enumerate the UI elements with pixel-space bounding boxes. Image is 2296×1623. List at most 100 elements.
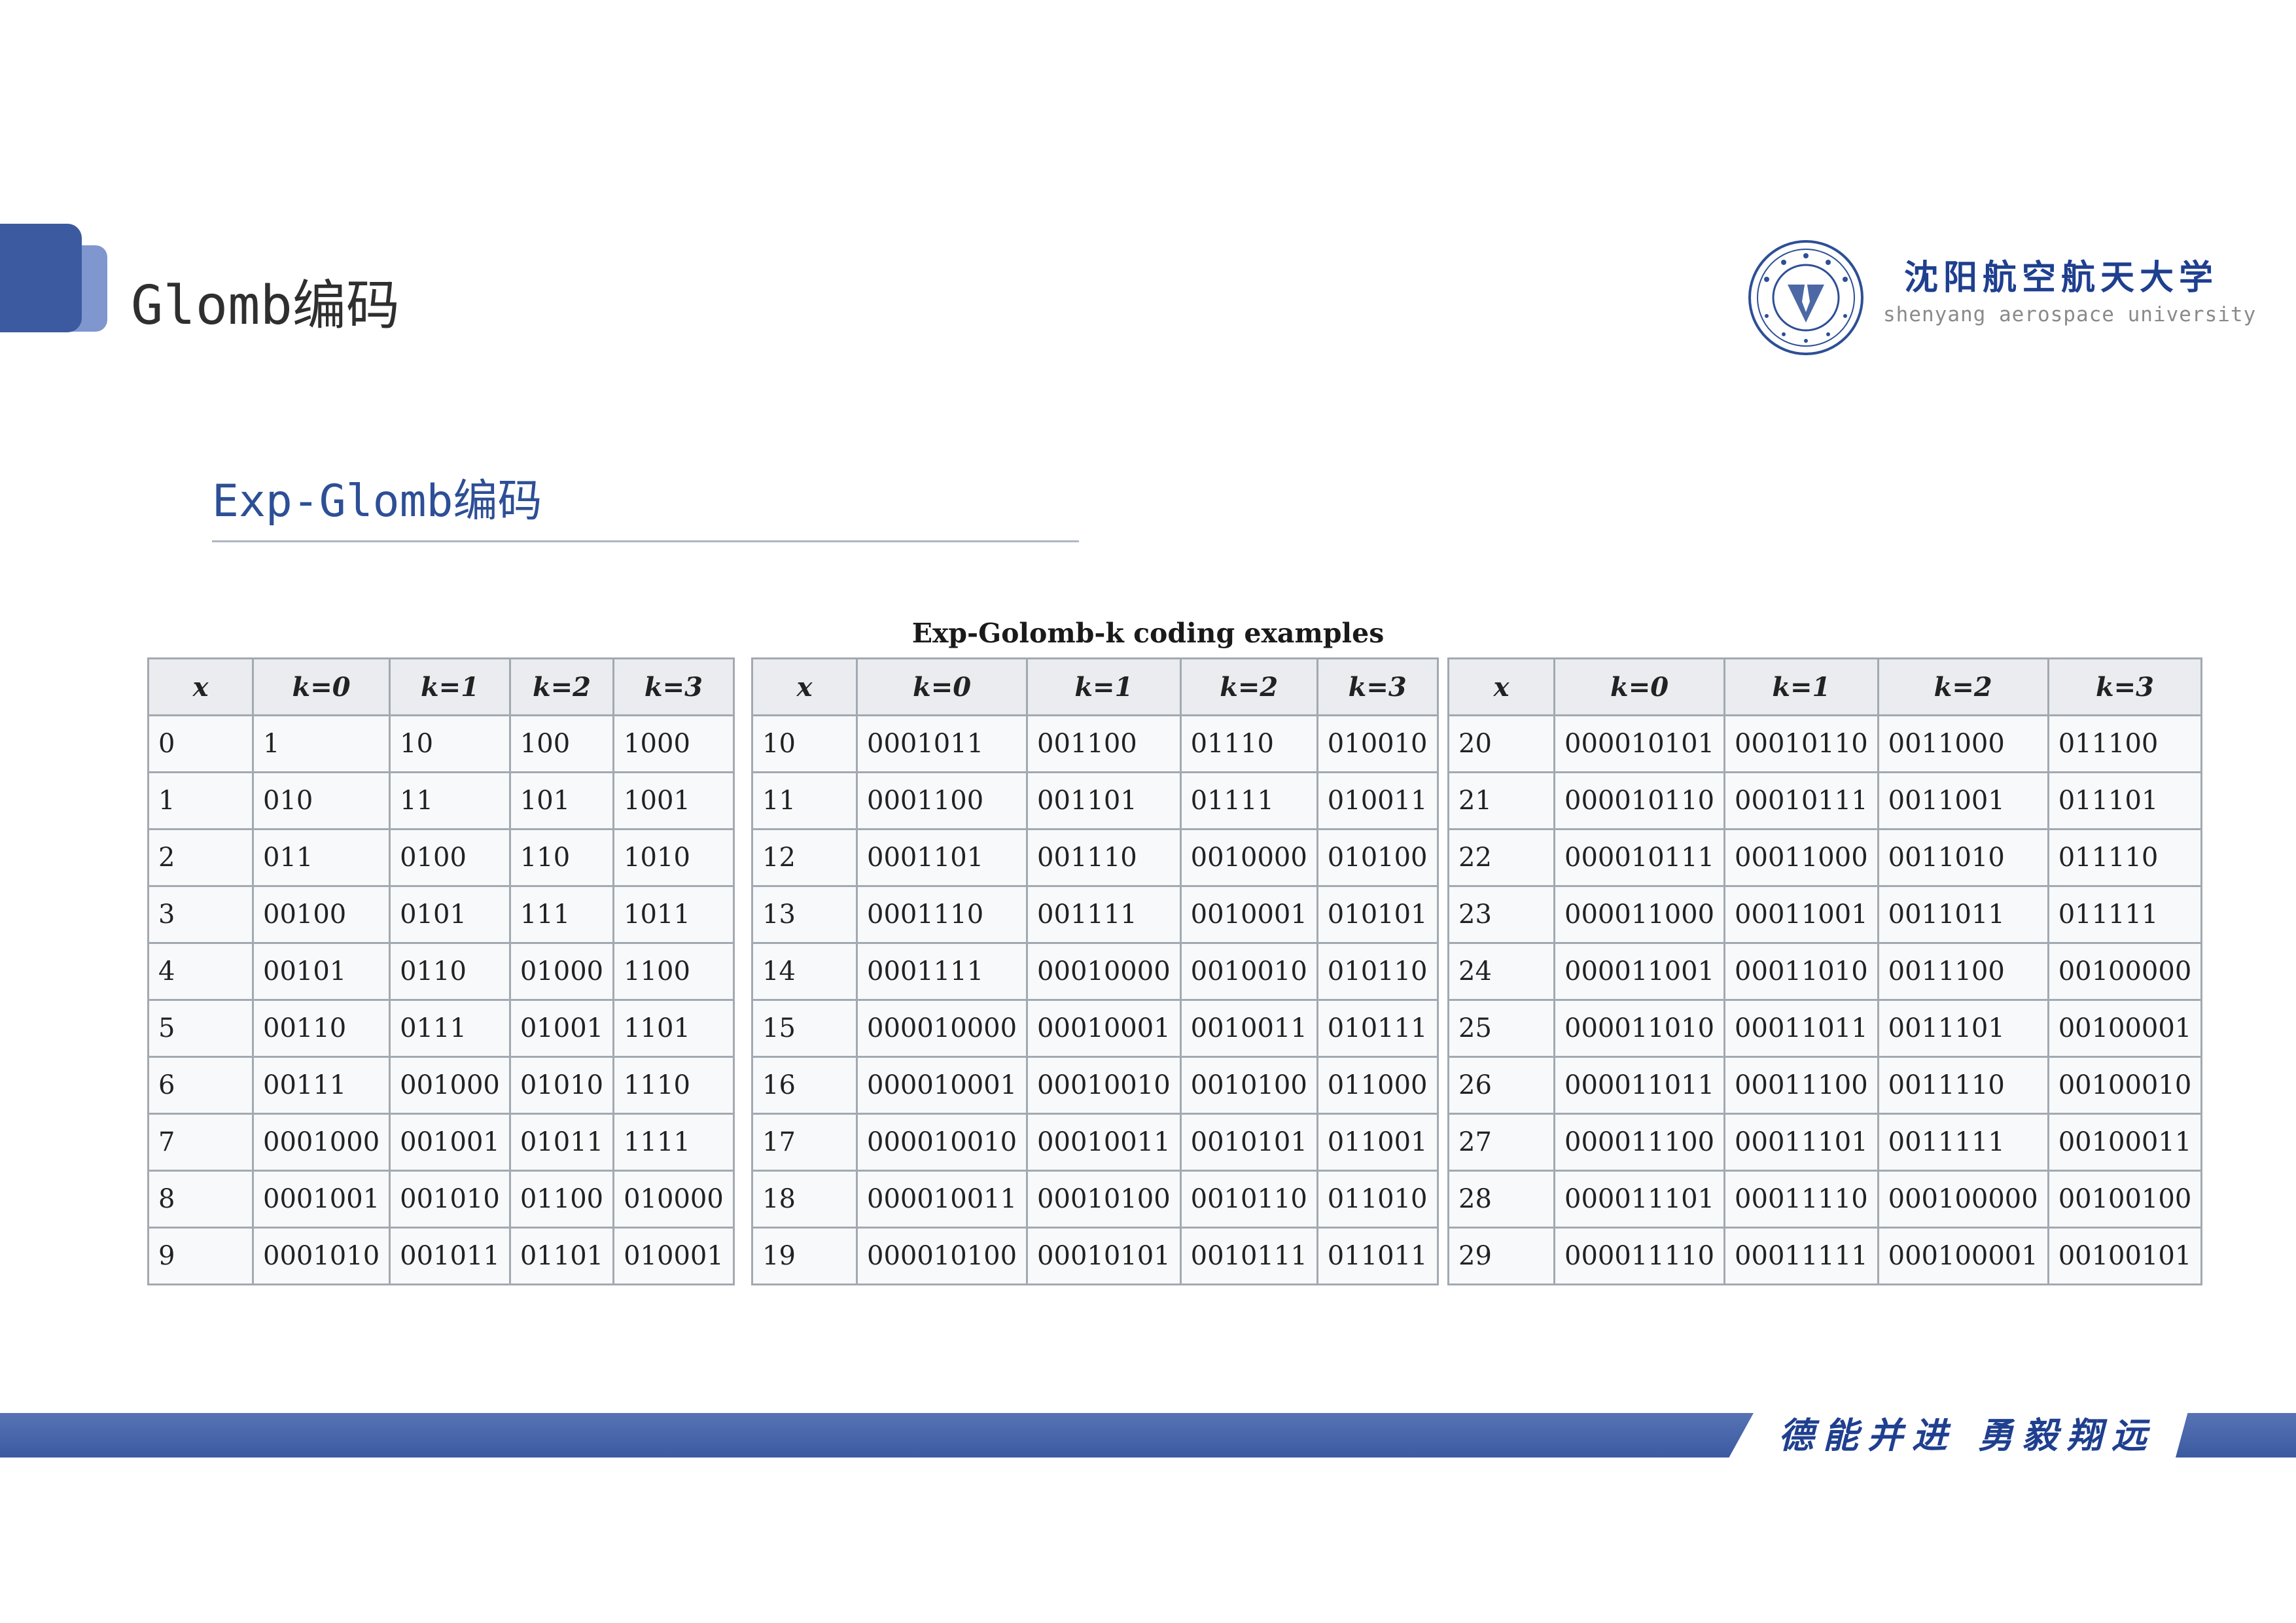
code-cell: 0001011 [855, 714, 1029, 773]
table-row: 10 0001011 001100 01110 010010 [751, 714, 1439, 773]
table-row: 13 0001110 001111 0010001 010101 [751, 885, 1439, 944]
code-cell: 0010010 [1179, 942, 1318, 1001]
code-cell: 011010 [1316, 1170, 1439, 1229]
value-cell-x: 25 [1447, 999, 1555, 1058]
code-cell: 00111 [251, 1056, 391, 1115]
code-cell: 000010011 [855, 1170, 1029, 1229]
code-cell: 00100 [251, 885, 391, 944]
value-cell-x: 17 [751, 1113, 858, 1172]
code-cell: 111 [508, 885, 615, 944]
value-cell-x: 2 [147, 828, 254, 887]
code-cell: 001001 [389, 1113, 511, 1172]
code-cell: 10 [389, 714, 511, 773]
table-row: 9 0001010 001011 01101 010001 [147, 1227, 735, 1285]
page-title: Glomb编码 [131, 275, 400, 337]
value-cell-x: 10 [751, 714, 858, 773]
code-cell: 000010000 [855, 999, 1029, 1058]
code-cell: 0110 [389, 942, 511, 1001]
code-cell: 001000 [389, 1056, 511, 1115]
code-cell: 00010010 [1026, 1056, 1182, 1115]
value-cell-x: 11 [751, 771, 858, 830]
code-cell: 000100000 [1877, 1170, 2049, 1229]
code-cell: 0011001 [1877, 771, 2049, 830]
code-cell: 1000 [612, 714, 735, 773]
code-cell: 1111 [612, 1113, 735, 1172]
table-row: 8 0001001 001010 01100 010000 [147, 1170, 735, 1229]
code-cell: 00011001 [1723, 885, 1879, 944]
code-cell: 0001101 [855, 828, 1029, 887]
column-header: k=3 [2047, 657, 2203, 716]
code-cell: 000010010 [855, 1113, 1029, 1172]
code-cell: 00110 [251, 999, 391, 1058]
code-cell: 001010 [389, 1170, 511, 1229]
data-table: x k=0 k=1 k=2 k=3 10 0001011 001100 01110 010010 1… [751, 657, 1439, 1285]
code-cell: 001101 [1026, 771, 1182, 830]
code-cell: 010000 [612, 1170, 735, 1229]
footer-band [0, 1413, 1754, 1457]
table-row: 20 000010101 00010110 0011000 011100 [1447, 714, 2203, 773]
column-header: k=2 [508, 657, 615, 716]
code-cell: 000010001 [855, 1056, 1029, 1115]
value-cell-x: 19 [751, 1227, 858, 1285]
code-cell: 01110 [1179, 714, 1318, 773]
code-cell: 00011100 [1723, 1056, 1879, 1115]
code-cell: 010111 [1316, 999, 1439, 1058]
value-cell-x: 24 [1447, 942, 1555, 1001]
code-cell: 011101 [2047, 771, 2203, 830]
code-cell: 000011011 [1553, 1056, 1726, 1115]
code-cell: 0100 [389, 828, 511, 887]
code-cell: 00011010 [1723, 942, 1879, 1001]
code-cell: 0011101 [1877, 999, 2049, 1058]
code-cell: 0001110 [855, 885, 1029, 944]
code-cell: 00100000 [2047, 942, 2203, 1001]
value-cell-x: 0 [147, 714, 254, 773]
table-row: 6 00111 001000 01010 1110 [147, 1056, 735, 1115]
code-cell: 000010111 [1553, 828, 1726, 887]
table-row: 29 000011110 00011111 000100001 00100101 [1447, 1227, 2203, 1285]
value-cell-x: 28 [1447, 1170, 1555, 1229]
code-cell: 0010111 [1179, 1227, 1318, 1285]
value-cell-x: 20 [1447, 714, 1555, 773]
table-caption: Exp-Golomb-k coding examples [911, 618, 1385, 649]
footer-band-end [2176, 1413, 2296, 1457]
code-cell: 01101 [508, 1227, 615, 1285]
value-cell-x: 21 [1447, 771, 1555, 830]
university-name-cn: 沈阳航空航天大学 [1904, 258, 2219, 298]
code-cell: 0001001 [251, 1170, 391, 1229]
value-cell-x: 26 [1447, 1056, 1555, 1115]
exp-golomb-table-1: x k=0 k=1 k=2 k=3 10 0001011 001100 01110 010010 1… [751, 657, 1439, 1285]
code-cell: 011001 [1316, 1113, 1439, 1172]
value-cell-x: 6 [147, 1056, 254, 1115]
table-header-row: x k=0 k=1 k=2 k=3 [147, 657, 735, 716]
table-row: 19 000010100 00010101 0010111 011011 [751, 1227, 1439, 1285]
table-row: 25 000011010 00011011 0011101 00100001 [1447, 999, 2203, 1058]
code-cell: 0010000 [1179, 828, 1318, 887]
code-cell: 100 [508, 714, 615, 773]
table-row: 5 00110 0111 01001 1101 [147, 999, 735, 1058]
table-row: 1 010 11 101 1001 [147, 771, 735, 830]
code-cell: 1110 [612, 1056, 735, 1115]
code-cell: 0011111 [1877, 1113, 2049, 1172]
column-header: x [1447, 657, 1555, 716]
exp-golomb-table-0: x k=0 k=1 k=2 k=3 0 1 10 100 1000 1 010 11 101 1001 2 01… [147, 657, 735, 1285]
code-cell: 00010110 [1723, 714, 1879, 773]
code-cell: 01010 [508, 1056, 615, 1115]
code-cell: 00100011 [2047, 1113, 2203, 1172]
code-cell: 00100101 [2047, 1227, 2203, 1285]
code-cell: 011110 [2047, 828, 2203, 887]
table-row: 27 000011100 00011101 0011111 00100011 [1447, 1113, 2203, 1172]
code-cell: 00100100 [2047, 1170, 2203, 1229]
code-cell: 0001100 [855, 771, 1029, 830]
value-cell-x: 4 [147, 942, 254, 1001]
table-row: 15 000010000 00010001 0010011 010111 [751, 999, 1439, 1058]
value-cell-x: 9 [147, 1227, 254, 1285]
table-row: 17 000010010 00010011 0010101 011001 [751, 1113, 1439, 1172]
code-cell: 00011110 [1723, 1170, 1879, 1229]
code-cell: 0011000 [1877, 714, 2049, 773]
code-cell: 0011011 [1877, 885, 2049, 944]
column-header: x [751, 657, 858, 716]
table-row: 28 000011101 00011110 000100000 00100100 [1447, 1170, 2203, 1229]
code-cell: 010 [251, 771, 391, 830]
code-cell: 01111 [1179, 771, 1318, 830]
table-row: 3 00100 0101 111 1011 [147, 885, 735, 944]
